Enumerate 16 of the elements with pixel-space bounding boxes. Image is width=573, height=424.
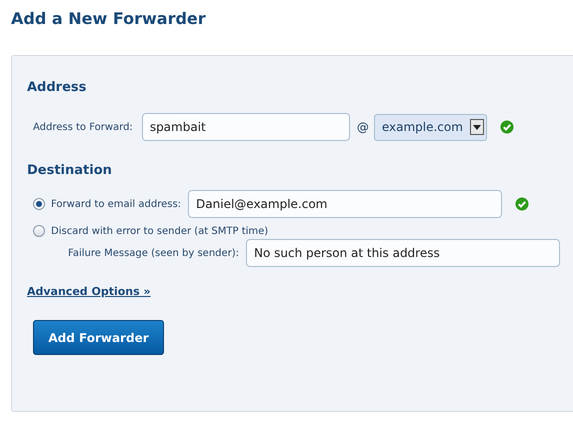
section-heading: Address: [27, 80, 88, 97]
at-sign: @: [356, 120, 369, 134]
add-forwarder-button[interactable]: Add Forwarder: [33, 320, 164, 355]
advanced-options-link[interactable]: Advanced Options »: [27, 285, 151, 298]
input-field[interactable]: spambait: [142, 113, 350, 141]
input-field[interactable]: No such person at this address: [246, 239, 560, 267]
domain-dropdown[interactable]: example.com: [374, 114, 487, 140]
option-label: Forward to email address:: [51, 198, 182, 210]
page-title: Add a New Forwarder: [10, 8, 207, 30]
section-heading: Destination: [27, 163, 113, 180]
field-label: Failure Message (seen by sender):: [68, 248, 240, 258]
field-label: Address to Forward:: [33, 122, 133, 132]
input-field[interactable]: Daniel@example.com: [188, 190, 502, 218]
option-label: Discard with error to sender (at SMTP time): [51, 226, 268, 236]
radio-button[interactable]: [33, 225, 45, 237]
radio-button[interactable]: [33, 198, 45, 210]
